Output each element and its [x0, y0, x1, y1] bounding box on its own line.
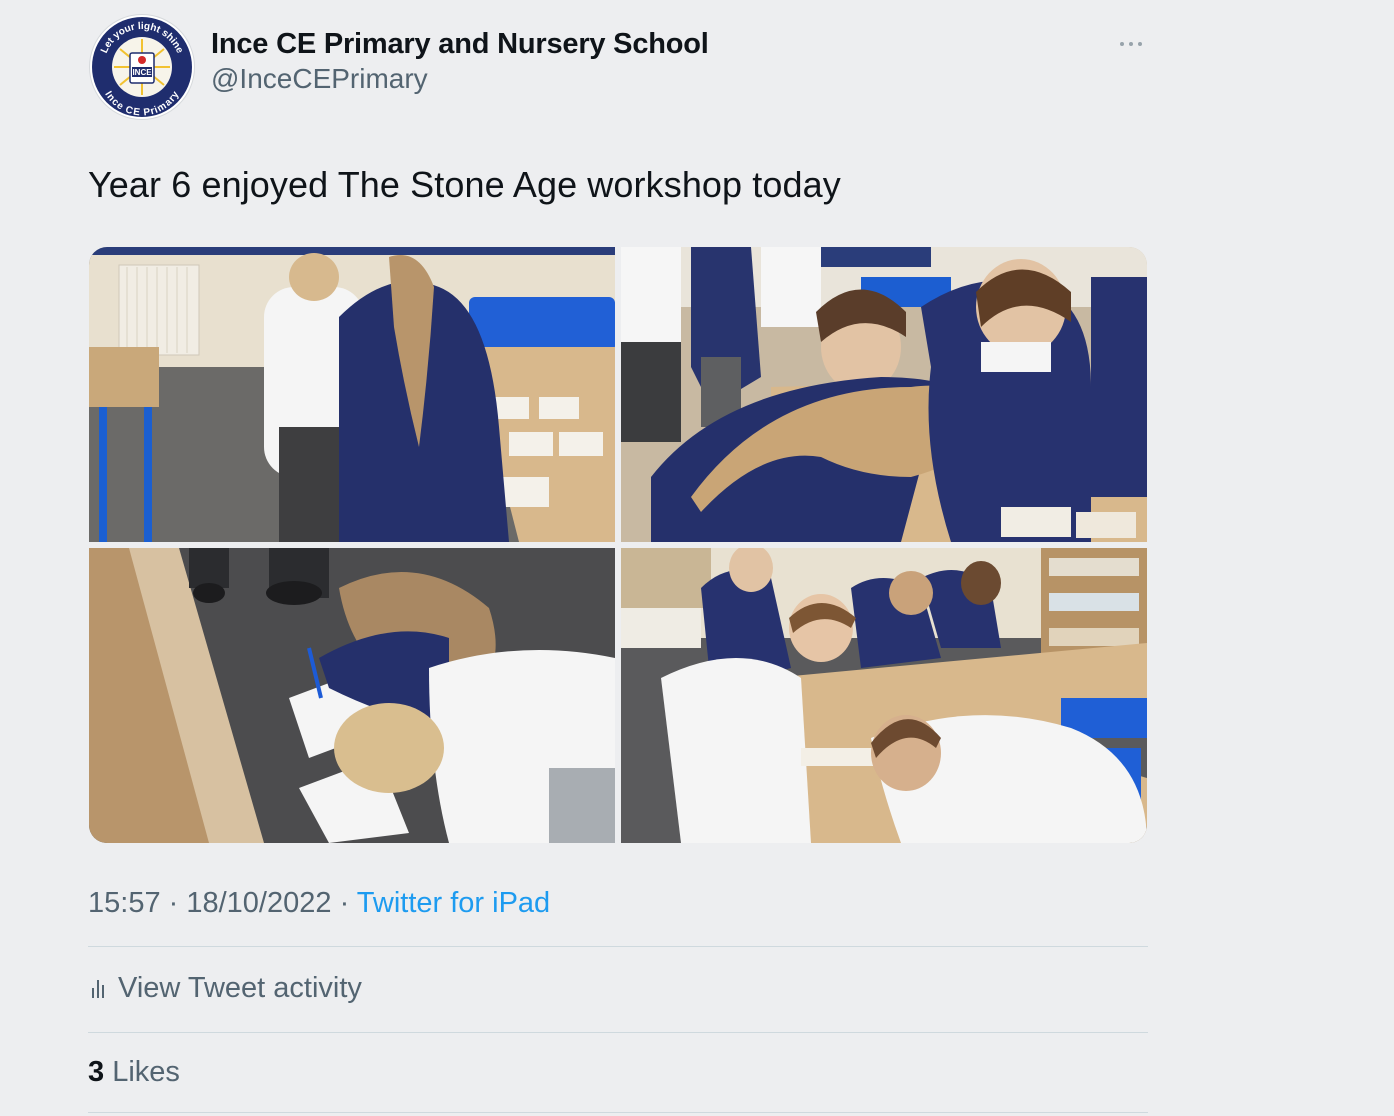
likes-count: 3: [88, 1056, 105, 1088]
author-avatar[interactable]: INCE Let your light shine Ince CE Primar…: [90, 15, 194, 119]
tweet-photo-1[interactable]: [89, 247, 615, 542]
tweet-photo-4[interactable]: [621, 548, 1147, 843]
more-dot: [1129, 42, 1133, 46]
media-grid: [89, 247, 1147, 843]
meta-separator: ·: [331, 887, 357, 919]
more-dot: [1120, 42, 1124, 46]
divider: [88, 1112, 1148, 1113]
more-dot: [1138, 42, 1142, 46]
author-handle[interactable]: @InceCEPrimary: [211, 62, 709, 96]
tweet-date[interactable]: 18/10/2022: [186, 887, 331, 919]
tweet: INCE Let your light shine Ince CE Primar…: [88, 0, 1148, 1116]
author-name[interactable]: Ince CE Primary and Nursery School: [211, 26, 709, 62]
activity-label: View Tweet activity: [118, 971, 362, 1004]
tweet-photo-2[interactable]: [621, 247, 1147, 542]
likes-label: Likes: [112, 1056, 180, 1088]
view-tweet-activity-link[interactable]: View Tweet activity: [90, 968, 362, 1008]
likes-link[interactable]: 3 Likes: [88, 1052, 180, 1092]
more-options-button[interactable]: [1114, 30, 1148, 60]
badge-center-text: INCE: [132, 68, 152, 77]
tweet-meta: 15:57 · 18/10/2022 · Twitter for iPad: [88, 884, 550, 922]
divider: [88, 946, 1148, 947]
school-badge-icon: INCE Let your light shine Ince CE Primar…: [92, 17, 192, 118]
tweet-source-link[interactable]: Twitter for iPad: [357, 887, 550, 919]
tweet-photo-3[interactable]: [89, 548, 615, 843]
analytics-icon: [90, 976, 108, 1000]
tweet-text: Year 6 enjoyed The Stone Age workshop to…: [88, 164, 841, 205]
meta-separator: ·: [160, 887, 187, 919]
author-info: Ince CE Primary and Nursery School @Ince…: [211, 26, 709, 96]
divider: [88, 1032, 1148, 1033]
tweet-time[interactable]: 15:57: [88, 887, 161, 919]
